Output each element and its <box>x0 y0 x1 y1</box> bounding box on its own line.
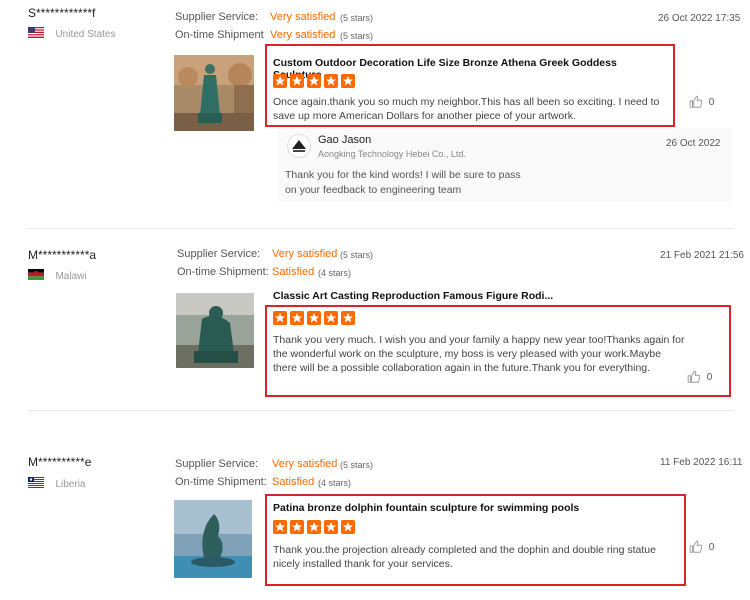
star-icon <box>324 311 338 325</box>
like-button[interactable]: 0 <box>689 540 714 554</box>
review-date: 21 Feb 2021 21:56 <box>660 250 744 261</box>
reply-text: Thank you for the kind words! I will be … <box>285 169 521 196</box>
reply-date: 26 Oct 2022 <box>666 138 721 149</box>
reviewer-country: Liberia <box>28 474 85 492</box>
supplier-service-label: Supplier Service: <box>175 458 259 470</box>
star-icon <box>324 74 338 88</box>
like-count: 0 <box>708 541 715 553</box>
on-time-shipment-rating: Very satisfied <box>270 29 336 41</box>
supplier-service-label: Supplier Service: <box>175 11 259 23</box>
supplier-service-rating: Very satisfied <box>270 11 336 23</box>
star-icon <box>307 520 321 534</box>
review-divider <box>28 410 733 411</box>
on-time-shipment-label: On-time Shipment: <box>177 266 269 278</box>
review-divider <box>28 228 733 229</box>
reply-author: Gao Jason <box>318 134 372 146</box>
thumbs-up-icon <box>689 540 703 553</box>
star-icon <box>341 311 355 325</box>
reviewer-country: Malawi <box>28 266 87 284</box>
reviewer-name: M**********e <box>28 455 92 469</box>
review-text: Once again.thank you so much my neighbor… <box>273 96 660 122</box>
review-date: 26 Oct 2022 17:35 <box>658 13 741 24</box>
country-name: Malawi <box>55 271 87 282</box>
country-name: Liberia <box>55 479 86 490</box>
like-count: 0 <box>708 96 715 108</box>
product-title-link[interactable]: Classic Art Casting Reproduction Famous … <box>273 290 673 302</box>
star-icon <box>307 74 321 88</box>
supplier-logo <box>287 134 311 158</box>
thumbs-up-icon <box>689 95 703 108</box>
on-time-shipment-stars: (4 stars) <box>318 478 352 488</box>
supplier-service-label: Supplier Service: <box>177 248 261 260</box>
thumbs-up-icon <box>687 370 701 383</box>
on-time-shipment-stars: (4 stars) <box>318 268 352 278</box>
like-button[interactable]: 0 <box>687 370 712 384</box>
malawi-flag-icon <box>28 269 44 281</box>
like-button[interactable]: 0 <box>689 95 714 109</box>
supplier-service-rating: Very satisfied <box>272 248 338 260</box>
review-text: Thank you.the projection already complet… <box>273 544 656 570</box>
star-icon <box>273 311 287 325</box>
liberia-flag-icon <box>28 477 44 489</box>
star-icon <box>324 520 338 534</box>
supplier-reply: Gao Jason Aongking Technology Hebei Co.,… <box>278 128 732 202</box>
product-image[interactable] <box>174 500 252 578</box>
review-stars <box>273 74 355 88</box>
on-time-shipment-stars: (5 stars) <box>340 31 374 41</box>
product-title-link[interactable]: Patina bronze dolphin fountain sculpture… <box>273 502 678 514</box>
star-icon <box>273 74 287 88</box>
star-icon <box>290 311 304 325</box>
athena-sculpture-image <box>174 55 254 131</box>
us-flag-icon <box>28 27 44 39</box>
star-icon <box>290 520 304 534</box>
product-image[interactable] <box>174 55 254 131</box>
on-time-shipment-label: On-time Shipment <box>175 29 264 41</box>
supplier-service-rating: Very satisfied <box>272 458 338 470</box>
supplier-service-stars: (5 stars) <box>340 13 374 23</box>
reviewer-name: S************f <box>28 6 96 20</box>
reviewer-name: M***********a <box>28 248 97 262</box>
supplier-logo-icon <box>292 140 306 152</box>
on-time-shipment-label: On-time Shipment: <box>175 476 267 488</box>
review-date: 11 Feb 2022 16:11 <box>660 457 743 468</box>
like-count: 0 <box>706 371 713 383</box>
review-text: Thank you very much. I wish you and your… <box>273 334 685 374</box>
star-icon <box>341 520 355 534</box>
reply-company: Aongking Technology Hebei Co., Ltd. <box>318 149 466 159</box>
supplier-service-stars: (5 stars) <box>340 460 374 470</box>
star-icon <box>273 520 287 534</box>
supplier-service-stars: (5 stars) <box>340 250 374 260</box>
country-name: United States <box>55 29 116 40</box>
review-stars <box>273 311 355 325</box>
star-icon <box>290 74 304 88</box>
dolphin-fountain-image <box>174 500 252 578</box>
star-icon <box>341 74 355 88</box>
on-time-shipment-rating: Satisfied <box>272 266 315 278</box>
star-icon <box>307 311 321 325</box>
on-time-shipment-rating: Satisfied <box>272 476 315 488</box>
review-stars <box>273 520 355 534</box>
product-image[interactable] <box>176 293 254 368</box>
reviewer-country: United States <box>28 24 116 42</box>
rodin-sculpture-image <box>176 293 254 368</box>
